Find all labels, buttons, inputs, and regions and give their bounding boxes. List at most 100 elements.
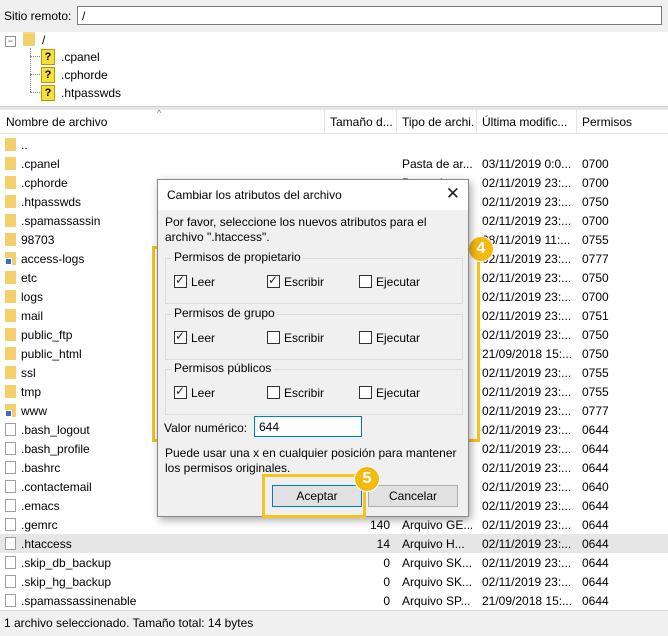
file-modified: 02/11/2019 23:...: [482, 214, 572, 228]
file-modified: 02/11/2019 23:...: [482, 309, 572, 323]
checkbox-label: Ejecutar: [376, 275, 421, 289]
checkbox-checked-icon: [267, 273, 280, 288]
checkbox-label: Escribir: [284, 331, 325, 345]
column-type[interactable]: Tipo de archi...: [402, 115, 474, 129]
file-name: mail: [21, 309, 44, 323]
file-permissions: 0777: [582, 404, 609, 418]
file-modified: 02/11/2019 23:...: [482, 195, 572, 209]
owner-read-checkbox[interactable]: Leer: [174, 273, 215, 289]
file-permissions: 0644: [582, 556, 609, 570]
file-permissions: 0750: [582, 271, 609, 285]
group-write-checkbox[interactable]: Escribir: [267, 331, 324, 345]
file-modified: 08/11/2019 11:...: [482, 233, 571, 247]
numeric-value-label: Valor numérico:: [164, 421, 248, 435]
tree-item-cpanel[interactable]: .cpanel: [61, 50, 100, 64]
numeric-value-input[interactable]: [254, 416, 362, 437]
collapse-toggle-icon[interactable]: −: [5, 36, 16, 47]
public-exec-checkbox[interactable]: Ejecutar: [359, 386, 420, 400]
file-row[interactable]: .spamassassinenable 0 Arquivo SP... 21/09/2…: [0, 591, 668, 610]
file-permissions: 0644: [582, 461, 609, 475]
file-permissions: 0700: [582, 157, 609, 171]
file-row[interactable]: .cpanel Pasta de ar... 03/11/2019 0:0... 07…: [0, 154, 668, 173]
folder-icon: [5, 385, 16, 398]
checkbox-empty-icon: [267, 386, 280, 399]
file-permissions: 0750: [582, 195, 609, 209]
checkbox-label: Leer: [191, 386, 216, 400]
file-modified: 02/11/2019 23:...: [482, 252, 572, 266]
file-modified: 02/11/2019 23:...: [482, 423, 572, 437]
column-separator[interactable]: [324, 110, 325, 133]
file-modified: 21/09/2018 15:...: [482, 594, 573, 608]
unknown-folder-icon: ?: [41, 85, 55, 101]
column-size[interactable]: Tamaño d...: [330, 115, 396, 129]
file-name: .skip_db_backup: [21, 556, 112, 570]
file-name: .gemrc: [21, 518, 58, 532]
file-list-header: ^ Nombre de archivo Tamaño d... Tipo de …: [0, 108, 668, 134]
remote-path-input[interactable]: [77, 6, 662, 25]
file-permissions: 0751: [582, 309, 609, 323]
highlight-step-5: [262, 474, 366, 518]
folder-icon: [5, 195, 16, 208]
close-icon[interactable]: ✕: [446, 184, 460, 204]
column-separator[interactable]: [396, 110, 397, 133]
tree-item-cphorde[interactable]: .cphorde: [61, 68, 108, 82]
file-icon: [5, 442, 16, 455]
column-separator[interactable]: [476, 110, 477, 133]
file-icon: [5, 556, 16, 569]
folder-icon: [5, 214, 16, 227]
file-icon: [5, 461, 16, 474]
tree-connector: [30, 48, 31, 92]
group-exec-checkbox[interactable]: Ejecutar: [359, 331, 420, 345]
file-permissions: 0700: [582, 176, 609, 190]
public-read-checkbox[interactable]: Leer: [174, 384, 216, 400]
remote-site-bar: Sitio remoto:: [0, 0, 668, 33]
group-read-checkbox[interactable]: Leer: [174, 329, 215, 345]
file-icon: [5, 594, 16, 607]
remote-directory-tree: − / ? .cpanel ? .cphorde ? .htpasswds: [0, 32, 668, 106]
owner-exec-checkbox[interactable]: Ejecutar: [359, 275, 420, 289]
file-modified: 02/11/2019 23:...: [482, 499, 572, 513]
file-icon: [5, 480, 16, 493]
file-modified: 02/11/2019 23:...: [482, 385, 572, 399]
owner-write-checkbox[interactable]: Escribir: [267, 273, 324, 289]
dialog-titlebar[interactable]: Cambiar los atributos del archivo ✕: [158, 180, 468, 210]
file-name: ssl: [21, 366, 36, 380]
checkbox-checked-icon: [174, 273, 187, 288]
file-row[interactable]: .skip_hg_backup 0 Arquivo SK... 02/11/2019 …: [0, 572, 668, 591]
folder-icon: [5, 138, 16, 151]
column-permissions[interactable]: Permisos: [582, 115, 632, 129]
checkbox-label: Ejecutar: [376, 331, 421, 345]
file-name: .skip_hg_backup: [21, 575, 112, 589]
file-name: tmp: [21, 385, 42, 399]
cancel-button[interactable]: Cancelar: [368, 485, 458, 507]
file-row[interactable]: .htaccess 14 Arquivo H... 02/11/2019 23:...…: [0, 534, 668, 553]
file-modified: 02/11/2019 23:...: [482, 480, 572, 494]
column-name[interactable]: Nombre de archivo: [6, 115, 107, 129]
checkbox-empty-icon: [359, 331, 372, 344]
file-permissions: 0644: [582, 518, 609, 532]
column-modified[interactable]: Última modific...: [482, 115, 574, 129]
folder-link-icon: [5, 252, 16, 265]
file-name: .spamassassinenable: [21, 594, 137, 608]
file-permissions: 0644: [582, 575, 609, 589]
tree-root[interactable]: /: [42, 33, 45, 47]
dialog-title: Cambiar los atributos del archivo: [167, 188, 342, 202]
file-row[interactable]: .skip_db_backup 0 Arquivo SK... 02/11/2019 …: [0, 553, 668, 572]
file-name: etc: [21, 271, 38, 285]
tree-item-htpasswds[interactable]: .htpasswds: [61, 86, 121, 100]
file-permissions: 0700: [582, 290, 609, 304]
file-permissions: 0755: [582, 366, 609, 380]
status-text: 1 archivo seleccionado. Tamaño total: 14…: [4, 616, 254, 630]
file-name: .emacs: [21, 499, 60, 513]
file-name: .contactemail: [21, 480, 92, 494]
column-separator[interactable]: [576, 110, 577, 133]
checkbox-empty-icon: [267, 331, 280, 344]
public-write-checkbox[interactable]: Escribir: [267, 386, 324, 400]
file-row[interactable]: ..: [0, 135, 668, 154]
file-permissions: 0644: [582, 442, 609, 456]
step-5-badge: 5: [354, 466, 380, 492]
public-permissions-group: Permisos públicos Leer Escribir Ejecutar: [165, 361, 463, 415]
unknown-folder-icon: ?: [41, 49, 55, 65]
checkbox-empty-icon: [359, 275, 372, 288]
file-name: access-logs: [21, 252, 85, 266]
